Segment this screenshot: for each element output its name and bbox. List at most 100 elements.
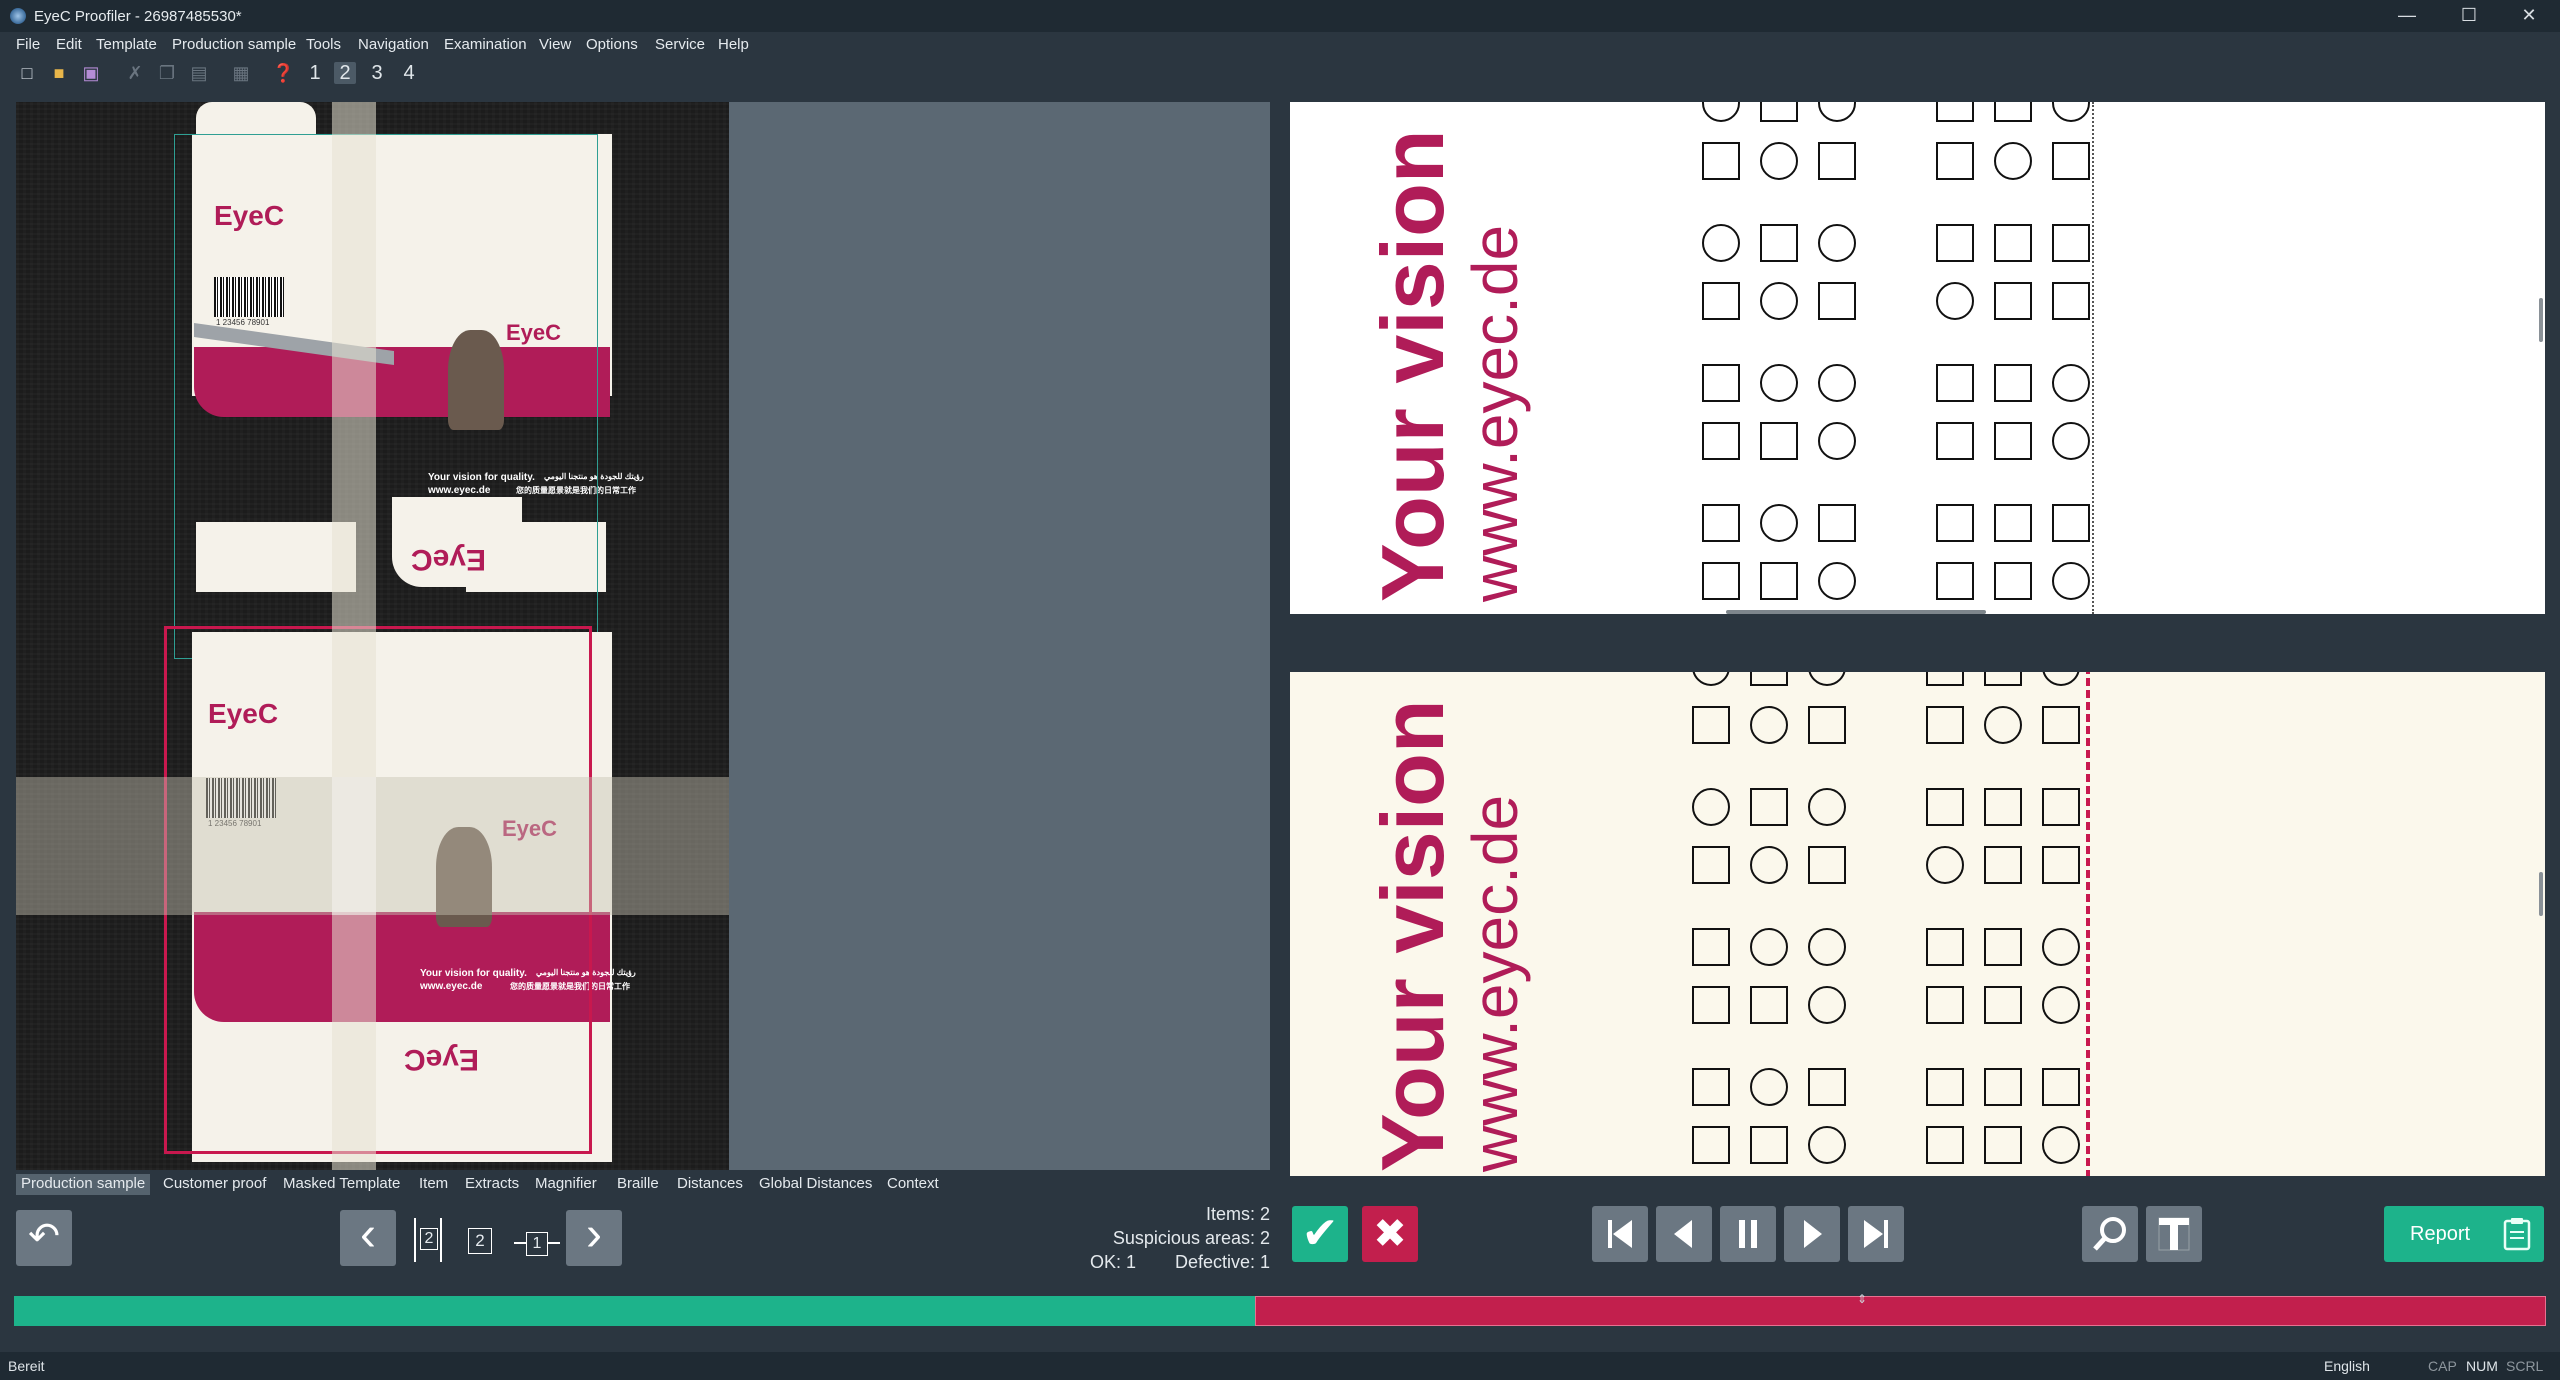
maximize-button[interactable]: ☐	[2440, 0, 2498, 32]
cut-icon[interactable]: ✗	[124, 62, 146, 84]
next-button[interactable]	[1784, 1206, 1840, 1262]
braille-cell	[1926, 706, 1964, 744]
menu-tools[interactable]: Tools	[306, 36, 341, 53]
tab-extracts[interactable]: Extracts	[460, 1174, 524, 1195]
menu-edit[interactable]: Edit	[56, 36, 82, 53]
page-button-4[interactable]: 4	[398, 62, 420, 84]
braille-guide-line	[2086, 672, 2090, 1176]
print-icon[interactable]: ▦	[230, 62, 252, 84]
undo-button[interactable]: ↶	[16, 1210, 72, 1266]
menu-view[interactable]: View	[539, 36, 571, 53]
template-detail-view[interactable]: Your vision www.eyec.de	[1290, 102, 2545, 614]
menu-examination[interactable]: Examination	[444, 36, 527, 53]
vertical-scrollbar-top[interactable]	[2539, 298, 2543, 342]
braille-cell	[1984, 1068, 2022, 1106]
open-folder-icon[interactable]: ■	[48, 62, 70, 84]
tab-braille[interactable]: Braille	[612, 1174, 664, 1195]
step-back-icon	[1674, 1220, 1692, 1248]
tab-global-distances[interactable]: Global Distances	[754, 1174, 877, 1195]
page-button-1[interactable]: 1	[304, 62, 326, 84]
braille-cell	[1692, 846, 1730, 884]
braille-cell	[2042, 1068, 2080, 1106]
ok-count: OK: 1	[1089, 1252, 1136, 1272]
current-page-indicator[interactable]: 2	[468, 1228, 492, 1254]
next-item-button[interactable]: ›	[566, 1210, 622, 1266]
magnifier-focus	[332, 777, 376, 915]
vertical-slogan-bottom: Your vision	[1363, 699, 1462, 1172]
tab-item[interactable]: Item	[414, 1174, 453, 1195]
inspection-progress-bar[interactable]: ⇕	[14, 1292, 2546, 1326]
step-forward-icon	[1804, 1220, 1822, 1248]
num-indicator: NUM	[2466, 1358, 2498, 1374]
skip-first-icon	[1608, 1220, 1632, 1248]
tab-context[interactable]: Context	[882, 1174, 944, 1195]
menu-navigation[interactable]: Navigation	[358, 36, 429, 53]
tab-production-sample[interactable]: Production sample	[16, 1174, 151, 1195]
production-detail-view[interactable]: Your vision www.eyec.de	[1290, 672, 2545, 1176]
braille-cell	[1994, 282, 2032, 320]
braille-cell	[1750, 1126, 1788, 1164]
braille-dot	[1994, 142, 2032, 180]
menu-help[interactable]: Help	[718, 36, 749, 53]
previous-item-button[interactable]: ‹	[340, 1210, 396, 1266]
braille-cell	[1984, 928, 2022, 966]
tab-distances[interactable]: Distances	[672, 1174, 748, 1195]
new-file-icon[interactable]: □	[16, 62, 38, 84]
report-button[interactable]: Report	[2384, 1206, 2544, 1262]
progress-ok-segment	[14, 1296, 1255, 1326]
braille-dot	[2042, 672, 2080, 686]
copy-icon[interactable]: ❐	[156, 62, 178, 84]
view-tabs: Production sample Customer proof Masked …	[16, 1170, 1270, 1196]
tab-magnifier[interactable]: Magnifier	[530, 1174, 602, 1195]
pause-button[interactable]	[1720, 1206, 1776, 1262]
braille-cell	[1936, 224, 1974, 262]
progress-defective-segment	[1255, 1296, 2546, 1326]
menu-file[interactable]: File	[16, 36, 40, 53]
search-button[interactable]	[2082, 1206, 2138, 1262]
close-button[interactable]: ✕	[2500, 0, 2558, 32]
braille-dot	[1760, 142, 1798, 180]
braille-cell	[1994, 102, 2032, 122]
braille-cell	[1808, 1068, 1846, 1106]
accept-button[interactable]: ✔	[1292, 1206, 1348, 1262]
braille-cell	[2052, 224, 2090, 262]
braille-cell	[1760, 102, 1798, 122]
section-indicator[interactable]: 1	[514, 1228, 560, 1256]
horizontal-scrollbar-top[interactable]	[1726, 610, 1986, 614]
page-button-3[interactable]: 3	[366, 62, 388, 84]
progress-marker[interactable]: ⇕	[1855, 1292, 1869, 1330]
vertical-scrollbar-bottom[interactable]	[2539, 872, 2543, 916]
menu-template[interactable]: Template	[96, 36, 157, 53]
tab-masked-template[interactable]: Masked Template	[278, 1174, 405, 1195]
braille-dot	[1818, 422, 1856, 460]
braille-dot	[1750, 928, 1788, 966]
first-button[interactable]	[1592, 1206, 1648, 1262]
menu-production-sample[interactable]: Production sample	[172, 36, 296, 53]
report-label: Report	[2410, 1223, 2471, 1245]
language-indicator: English	[2324, 1358, 2370, 1374]
previous-button[interactable]	[1656, 1206, 1712, 1262]
braille-grid-bottom	[1690, 672, 2390, 1176]
menu-service[interactable]: Service	[655, 36, 705, 53]
minimize-button[interactable]: —	[2378, 0, 2436, 32]
item-page-indicator[interactable]: 2	[414, 1218, 442, 1262]
braille-cell	[1692, 986, 1730, 1024]
magnifier-icon	[2093, 1217, 2126, 1251]
text-tool-button[interactable]	[2146, 1206, 2202, 1262]
save-icon[interactable]: ▣	[80, 62, 102, 84]
reject-button[interactable]: ✖	[1362, 1206, 1418, 1262]
last-button[interactable]	[1848, 1206, 1904, 1262]
braille-cell	[1936, 562, 1974, 600]
braille-dot	[1818, 102, 1856, 122]
help-icon[interactable]: ❓	[272, 62, 294, 84]
braille-cell	[1926, 1068, 1964, 1106]
page-button-2[interactable]: 2	[334, 62, 356, 84]
braille-cell	[1926, 788, 1964, 826]
menu-options[interactable]: Options	[586, 36, 638, 53]
vertical-slogan-top: Your vision	[1363, 129, 1462, 602]
paste-icon[interactable]: ▤	[188, 62, 210, 84]
braille-cell	[1702, 142, 1740, 180]
scan-image[interactable]: EyeC EyeC 1 23456 78901 Your vision for …	[16, 102, 729, 1170]
tab-customer-proof[interactable]: Customer proof	[158, 1174, 271, 1195]
braille-dot	[1760, 282, 1798, 320]
